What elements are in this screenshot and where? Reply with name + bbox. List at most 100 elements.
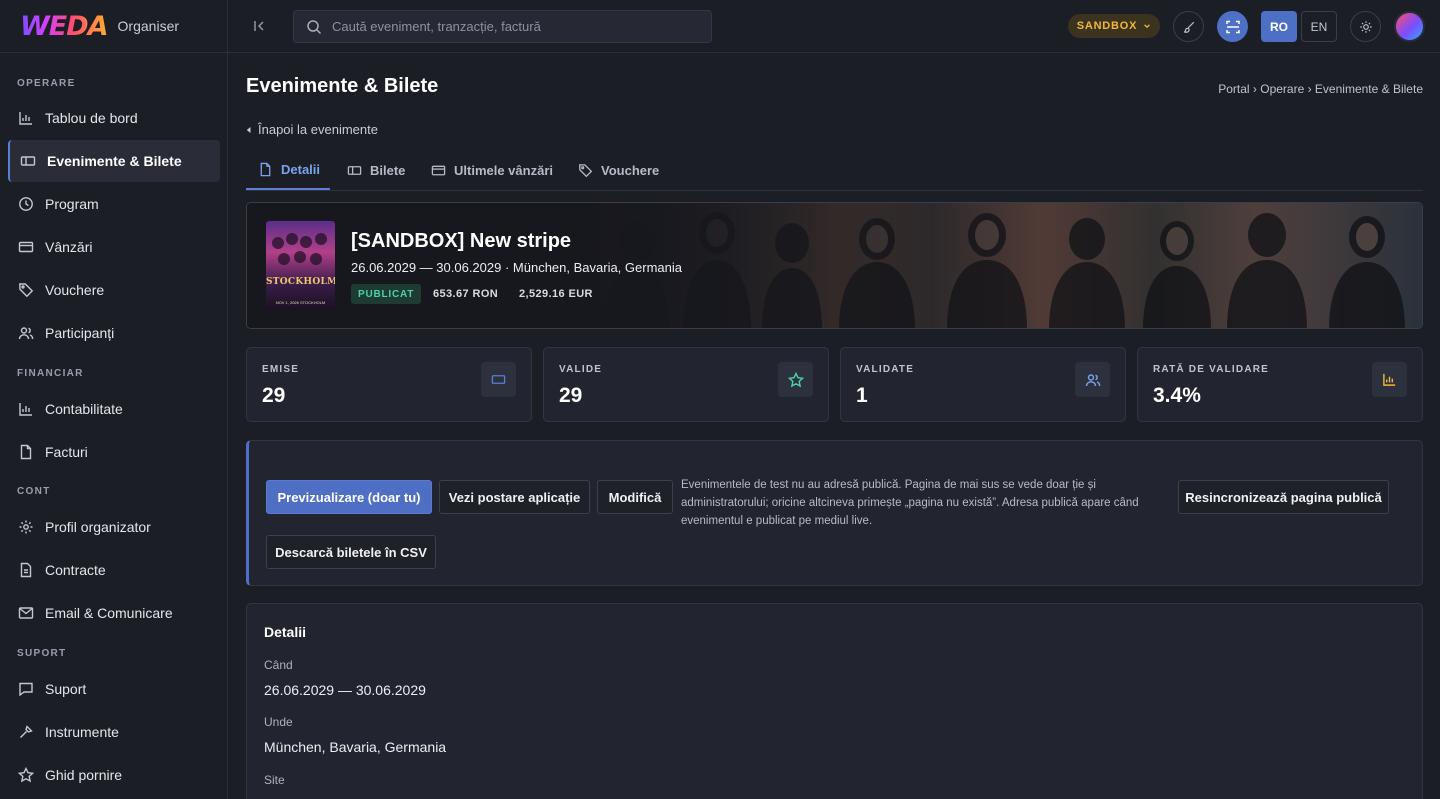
weda-logo[interactable]: WEDA bbox=[20, 11, 109, 42]
tab-tickets[interactable]: Bilete bbox=[347, 150, 405, 190]
sidebar-item-dashboard[interactable]: Tablou de bord bbox=[8, 97, 220, 139]
mail-icon bbox=[18, 605, 34, 621]
sidebar-item-label: Evenimente & Bilete bbox=[47, 153, 182, 169]
theme-toggle-button[interactable] bbox=[1350, 11, 1381, 42]
view-app-post-button[interactable]: Vezi postare aplicație bbox=[439, 480, 590, 514]
stat-label: RATĂ DE VALIDARE bbox=[1153, 364, 1270, 375]
sidebar-item-tools[interactable]: Instrumente bbox=[8, 711, 220, 753]
sidebar-item-events[interactable]: Evenimente & Bilete bbox=[8, 140, 220, 182]
brand-subtitle: Organiser bbox=[117, 18, 180, 34]
topbar: Caută eveniment, tranzacție, factură SAN… bbox=[228, 0, 1440, 53]
card-icon bbox=[18, 239, 34, 255]
stat-card-validated: VALIDATE 1 bbox=[840, 347, 1126, 422]
tabs: Detalii Bilete Ultimele vânzări Vouchere bbox=[246, 150, 1423, 191]
collapse-sidebar-icon[interactable] bbox=[252, 18, 268, 34]
revenue-ron: 653.67 RON bbox=[433, 288, 499, 300]
star-icon bbox=[778, 362, 813, 397]
tab-details[interactable]: Detalii bbox=[246, 150, 330, 190]
tab-vouchers[interactable]: Vouchere bbox=[578, 150, 659, 190]
sidebar-item-label: Tablou de bord bbox=[45, 110, 138, 126]
poster-crowd-art bbox=[272, 233, 327, 265]
sidebar-item-invoices[interactable]: Facturi bbox=[8, 431, 220, 473]
sidebar-item-support[interactable]: Suport bbox=[8, 668, 220, 710]
breadcrumb[interactable]: Portal › Operare › Evenimente & Bilete bbox=[1218, 82, 1423, 96]
search-icon bbox=[306, 19, 322, 35]
sidebar-item-label: Contabilitate bbox=[45, 401, 123, 417]
sidebar-item-label: Suport bbox=[45, 681, 87, 697]
poster-title: STOCKHOLM bbox=[266, 277, 335, 287]
sidebar-item-participants[interactable]: Participanți bbox=[8, 312, 220, 354]
site-label: Site bbox=[264, 773, 285, 787]
event-poster[interactable]: STOCKHOLM NOV 1, 2026 STOCKHOLM bbox=[266, 221, 335, 310]
sidebar-item-email[interactable]: Email & Comunicare bbox=[8, 592, 220, 634]
nav-section-operare: OPERARE bbox=[17, 78, 76, 89]
tab-label: Vouchere bbox=[601, 162, 660, 178]
sidebar-item-program[interactable]: Program bbox=[8, 183, 220, 225]
clock-icon bbox=[18, 196, 34, 212]
brand: WEDA Organiser bbox=[0, 0, 227, 53]
nav-section-financiar: FINANCIAR bbox=[17, 368, 84, 379]
avatar[interactable] bbox=[1394, 11, 1425, 42]
when-label: Când bbox=[264, 658, 293, 672]
chevron-down-icon bbox=[1143, 22, 1151, 30]
sidebar-item-label: Vânzări bbox=[45, 239, 93, 255]
ticket-icon bbox=[481, 362, 516, 397]
back-to-events-link[interactable]: Înapoi la evenimente bbox=[246, 122, 378, 137]
sidebar-item-organizer-profile[interactable]: Profil organizator bbox=[8, 506, 220, 548]
document-icon bbox=[18, 562, 34, 578]
where-label: Unde bbox=[264, 715, 293, 729]
scan-button[interactable] bbox=[1217, 11, 1248, 42]
lang-ro-button[interactable]: RO bbox=[1261, 11, 1297, 42]
sun-icon bbox=[1359, 20, 1373, 34]
sidebar-item-label: Contracte bbox=[45, 562, 106, 578]
sidebar-item-vouchers[interactable]: Vouchere bbox=[8, 269, 220, 311]
users-icon bbox=[1075, 362, 1110, 397]
sidebar-item-accounting[interactable]: Contabilitate bbox=[8, 388, 220, 430]
where-value: München, Bavaria, Germania bbox=[264, 739, 447, 755]
event-actions-panel: Previzualizare (doar tu) Vezi postare ap… bbox=[246, 440, 1423, 586]
main-content: Evenimente & Bilete Portal › Operare › E… bbox=[228, 53, 1440, 799]
status-badge: PUBLICAT bbox=[351, 284, 422, 304]
lang-en-button[interactable]: EN bbox=[1301, 11, 1337, 42]
sidebar-item-label: Profil organizator bbox=[45, 519, 151, 535]
sidebar-item-label: Ghid pornire bbox=[45, 767, 123, 783]
file-icon bbox=[258, 162, 273, 177]
event-hero-banner: STOCKHOLM NOV 1, 2026 STOCKHOLM [SANDBOX… bbox=[246, 202, 1423, 329]
environment-selector[interactable]: SANDBOX bbox=[1068, 14, 1160, 38]
search-placeholder: Caută eveniment, tranzacție, factură bbox=[332, 19, 541, 34]
resync-public-page-button[interactable]: Resincronizează pagina publică bbox=[1178, 480, 1389, 514]
users-icon bbox=[18, 325, 34, 341]
brush-icon bbox=[1182, 20, 1196, 34]
brush-button[interactable] bbox=[1173, 11, 1204, 42]
star-icon bbox=[18, 767, 34, 783]
edit-button[interactable]: Modifică bbox=[597, 480, 673, 514]
sidebar-item-sales[interactable]: Vânzări bbox=[8, 226, 220, 268]
stat-value: 3.4% bbox=[1153, 384, 1201, 407]
when-value: 26.06.2029 — 30.06.2029 bbox=[264, 682, 426, 698]
tab-label: Bilete bbox=[370, 162, 406, 178]
sidebar-item-getting-started[interactable]: Ghid pornire bbox=[8, 754, 220, 796]
tab-label: Ultimele vânzări bbox=[454, 162, 553, 178]
sidebar-item-contracts[interactable]: Contracte bbox=[8, 549, 220, 591]
back-link-label: Înapoi la evenimente bbox=[258, 122, 378, 137]
tab-latest-sales[interactable]: Ultimele vânzări bbox=[431, 150, 553, 190]
sidebar-item-label: Email & Comunicare bbox=[45, 605, 173, 621]
download-csv-button[interactable]: Descarcă biletele în CSV bbox=[266, 535, 436, 569]
preview-button[interactable]: Previzualizare (doar tu) bbox=[266, 480, 432, 514]
bar-chart-icon bbox=[1372, 362, 1407, 397]
caret-left-icon bbox=[246, 126, 252, 134]
nav-section-suport: SUPORT bbox=[17, 648, 67, 659]
bar-chart-icon bbox=[18, 110, 34, 126]
ticket-icon bbox=[347, 163, 362, 178]
tab-label: Detalii bbox=[281, 161, 321, 177]
stat-label: VALIDE bbox=[559, 364, 603, 375]
stat-label: EMISE bbox=[262, 364, 300, 375]
scan-icon bbox=[1225, 19, 1241, 35]
wrench-icon bbox=[18, 724, 34, 740]
poster-subtitle: NOV 1, 2026 STOCKHOLM bbox=[275, 300, 326, 305]
sidebar-item-label: Program bbox=[45, 196, 99, 212]
stat-label: VALIDATE bbox=[856, 364, 915, 375]
tag-icon bbox=[578, 163, 593, 178]
stat-card-valid: VALIDE 29 bbox=[543, 347, 829, 422]
search-input[interactable]: Caută eveniment, tranzacție, factură bbox=[293, 10, 712, 43]
